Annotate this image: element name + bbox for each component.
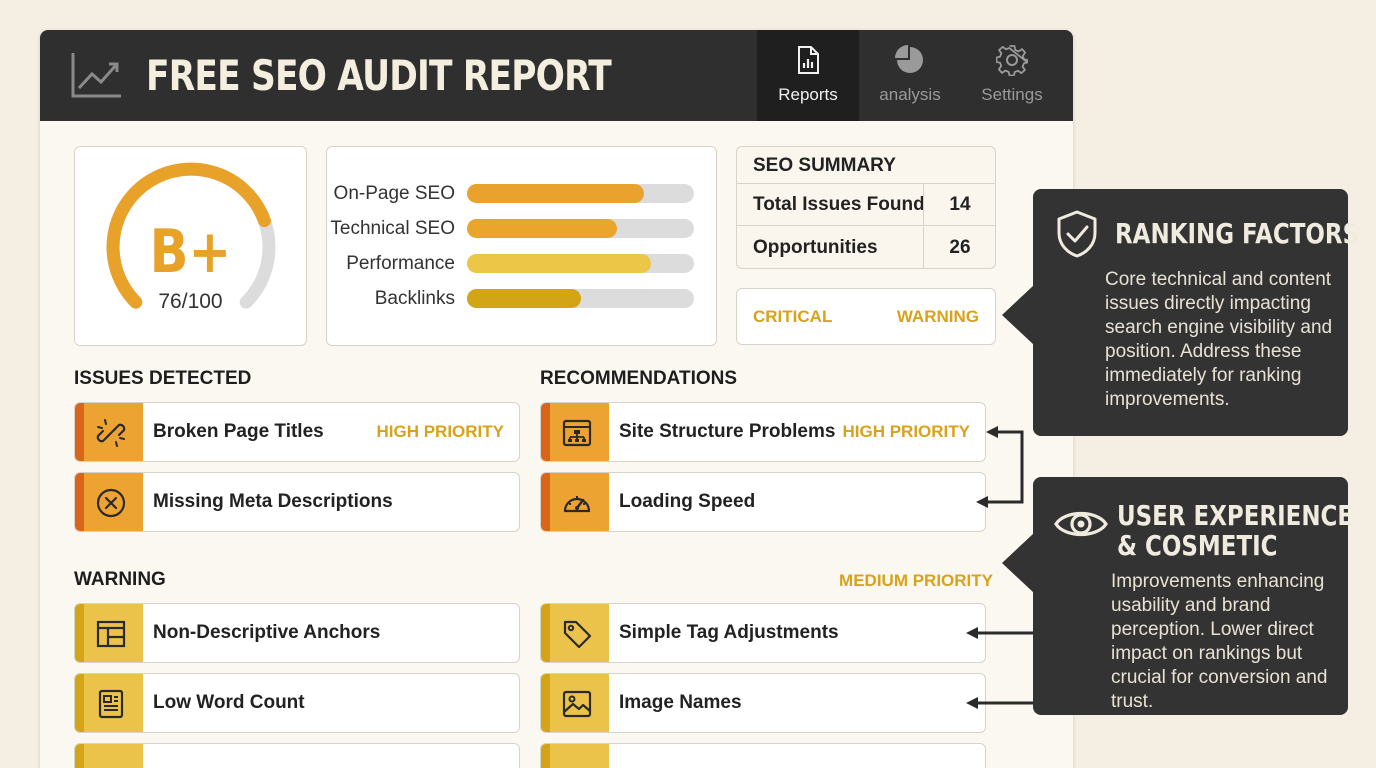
item-icon-box [75,744,143,768]
item-label: Image Names [619,692,742,713]
callout-pointer [1002,533,1034,593]
item-icon-box [75,604,143,662]
callout-body: Improvements enhancing usability and bra… [1111,571,1328,712]
recommendation-loading-speed[interactable]: Loading Speed [540,472,986,532]
page-title: FREE SEO AUDIT REPORT [146,51,612,100]
item-label: Simple Tag Adjustments [619,622,839,643]
eye-icon [1054,512,1108,536]
callout-pointer [1002,285,1034,345]
tab-label: Settings [981,85,1043,104]
item-icon-box [541,473,609,531]
callout-title-line1: USER EXPERIENCE [1117,499,1354,532]
category-row: Backlinks [327,288,717,309]
shield-check-icon [1057,210,1097,258]
grade-score: 76/100 [158,290,223,313]
tab-reports[interactable]: Reports [757,30,859,121]
item-label: Non-Descriptive Anchors [153,622,381,643]
summary-title: SEO SUMMARY [737,147,995,184]
category-row: Technical SEO [327,218,717,239]
tab-analysis[interactable]: analysis [859,30,961,121]
report-panel: FREE SEO AUDIT REPORT Reports analysis S… [40,30,1073,768]
issue-missing-meta-descriptions[interactable]: Missing Meta Descriptions [74,472,520,532]
summary-row: Opportunities 26 [737,227,995,269]
item-icon-box [75,473,143,531]
warning-non-descriptive-anchors[interactable]: Non-Descriptive Anchors [74,603,520,663]
item-icon-box [541,403,609,461]
summary-value: 14 [923,184,996,226]
item-label: Low Word Count [153,692,305,713]
recommendations-section-title: RECOMMENDATIONS [540,368,738,389]
item-icon-box [541,604,609,662]
item-label: Missing Meta Descriptions [153,491,393,512]
category-row: Performance [327,253,717,274]
category-row: On-Page SEO [327,183,717,204]
item-icon-box [541,744,609,768]
category-label: Technical SEO [330,218,455,239]
progress-track [467,219,694,238]
warning-item-partial[interactable] [74,743,520,768]
high-priority-badge: HIGH PRIORITY [376,422,504,441]
category-label: Performance [346,253,455,274]
document-chart-icon [798,46,819,74]
medium-priority-label: MEDIUM PRIORITY [839,571,993,590]
app-header: FREE SEO AUDIT REPORT Reports analysis S… [40,30,1073,121]
summary-value: 26 [923,227,996,269]
item-icon-box [75,403,143,461]
item-icon-box [541,674,609,732]
user-experience-callout: USER EXPERIENCE & COSMETIC Improvements … [1002,477,1353,715]
warning-low-word-count[interactable]: Low Word Count [74,673,520,733]
warning-section-title: WARNING [74,569,166,590]
severity-warning: WARNING [896,307,979,326]
issue-broken-page-titles[interactable]: Broken Page Titles HIGH PRIORITY [74,402,520,462]
callout-title-line2: & COSMETIC [1117,529,1278,562]
progress-fill [467,289,581,308]
item-label: Loading Speed [619,491,756,512]
recommendation-simple-tag-adjustments[interactable]: Simple Tag Adjustments [540,603,986,663]
progress-track [467,289,694,308]
summary-label: Total Issues Found [753,194,925,215]
tab-settings[interactable]: Settings [961,30,1063,121]
severity-legend: CRITICAL WARNING [736,288,996,345]
item-icon-box [75,674,143,732]
progress-track [467,184,694,203]
tab-label: Reports [778,85,838,104]
recommendation-image-names[interactable]: Image Names [540,673,986,733]
item-label: Site Structure Problems [619,421,836,442]
gear-icon [996,45,1028,76]
summary-label: Opportunities [753,237,878,258]
category-label: Backlinks [374,288,455,309]
grade-card: B+ 76/100 [74,146,307,346]
seo-summary-table: SEO SUMMARY Total Issues Found 14 Opport… [736,146,996,269]
recommendation-item-partial[interactable] [540,743,986,768]
sitemap-icon [562,419,592,447]
line-chart-icon [71,53,121,98]
speedometer-icon [563,496,591,513]
callout-body: Core technical and content issues direct… [1105,269,1333,410]
recommendation-site-structure[interactable]: Site Structure Problems HIGH PRIORITY [540,402,986,462]
ranking-factors-callout: RANKING FACTORS Core technical and conte… [1002,189,1359,436]
progress-fill [467,184,645,203]
callout-title: RANKING FACTORS [1115,217,1360,250]
broken-link-icon [96,419,126,447]
layout-icon [96,620,126,648]
progress-fill [467,219,617,238]
category-label: On-Page SEO [333,183,455,204]
tab-label: analysis [879,85,941,104]
issues-section-title: ISSUES DETECTED [74,368,252,389]
x-circle-icon [96,488,126,518]
severity-critical: CRITICAL [753,307,833,326]
tag-icon [563,620,592,649]
summary-row: Total Issues Found 14 [737,184,995,226]
grade-letter: B+ [149,217,232,287]
item-label: Broken Page Titles [153,421,324,442]
category-scores-card: On-Page SEO Technical SEO Performance Ba… [326,146,717,346]
image-icon [562,690,592,718]
text-document-icon [98,689,124,719]
high-priority-badge: HIGH PRIORITY [842,422,970,441]
progress-track [467,254,694,273]
pie-chart-icon [895,45,923,73]
progress-fill [467,254,651,273]
